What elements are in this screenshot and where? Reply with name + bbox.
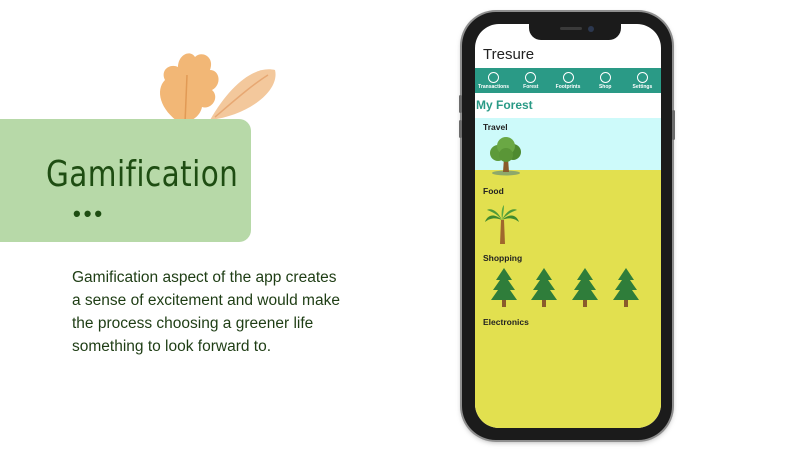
tab-settings[interactable]: Settings [624,68,661,93]
slide-title: Gamification [46,154,239,195]
shop-icon [599,71,611,83]
category-electronics: Electronics [483,317,529,327]
palm-tree-icon [485,205,519,244]
speaker-grille [560,27,582,30]
tab-transactions[interactable]: Transactions [475,68,512,93]
oak-tree-icon [490,137,521,176]
category-shopping: Shopping [483,253,523,263]
tab-label: Settings [632,83,653,90]
body-line: something to look forward to. [72,338,272,355]
tab-bar: Transactions Forest Footprints Shop Sett… [475,68,661,93]
app-title: Tresure [483,46,535,63]
title-dots: ••• [73,201,106,226]
settings-icon [636,71,648,83]
tab-footprints[interactable]: Footprints [549,68,586,93]
front-camera [588,26,594,32]
slide-body-text: Gamification aspect of the app creates a… [72,266,372,358]
tab-label: Transactions [478,83,510,90]
volume-down-button [459,120,462,138]
pine-tree-icon [613,268,639,307]
tab-shop[interactable]: Shop [587,68,624,93]
power-button [672,110,675,140]
forest-title: My Forest [476,98,533,112]
pine-tree-icon [531,268,557,307]
category-travel: Travel [483,122,508,132]
category-food: Food [483,186,504,196]
tab-forest[interactable]: Forest [512,68,549,93]
pine-tree-icon [491,268,517,307]
pine-tree-icon [572,268,598,307]
footprints-icon [562,71,574,83]
phone-screen: Tresure Transactions Forest Footprints S… [475,24,661,428]
phone-notch [529,22,621,40]
transactions-icon [488,71,500,83]
body-line: the process choosing a greener life [72,315,314,332]
leaves-illustration [160,53,276,124]
forest-icon [525,71,537,83]
tab-label: Footprints [555,83,581,90]
volume-up-button [459,95,462,113]
body-line: Gamification aspect of the app creates [72,269,337,286]
tab-label: Shop [598,83,612,90]
tab-label: Forest [523,83,539,90]
body-line: a sense of excitement and would make [72,292,340,309]
